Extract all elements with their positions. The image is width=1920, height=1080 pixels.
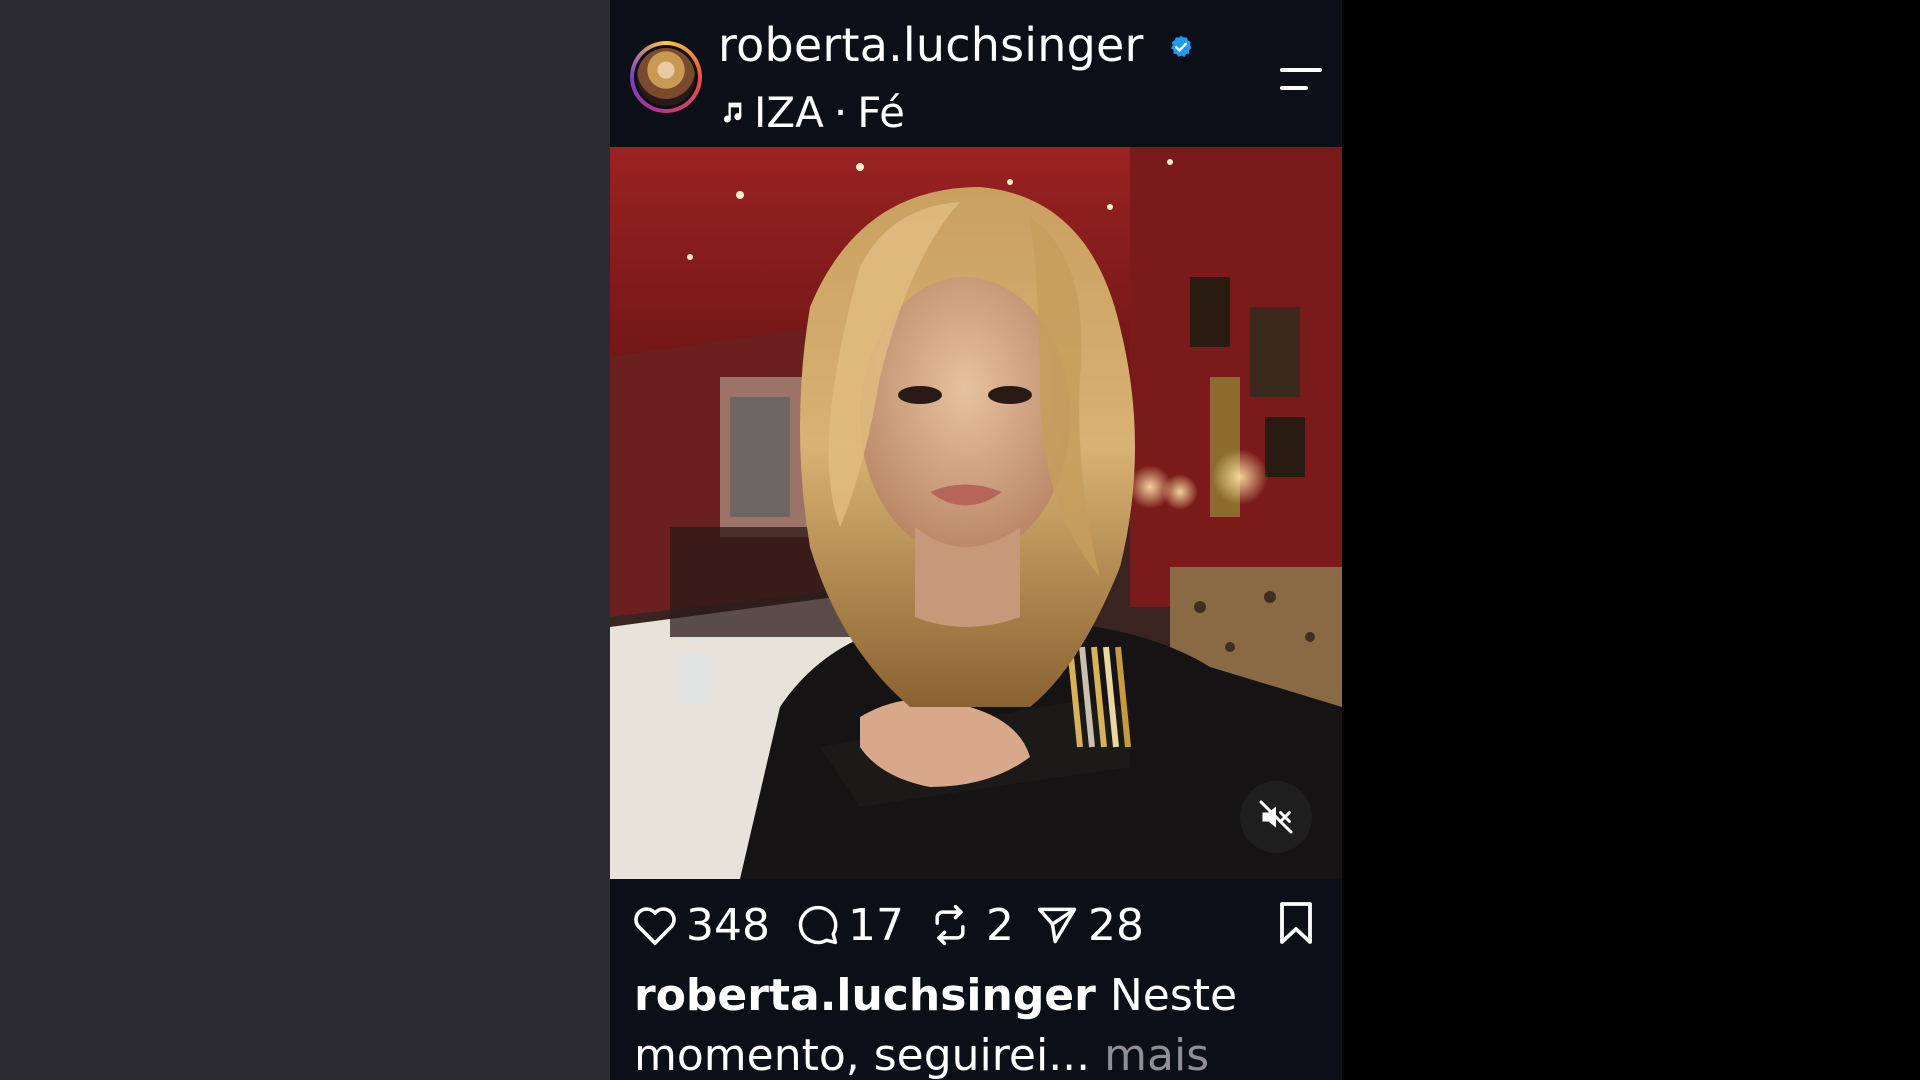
music-note-icon [723, 102, 742, 123]
post-view: roberta.luchsinger IZA · Fé 348 17 2 28 … [610, 0, 1342, 1080]
mute-button[interactable] [1240, 781, 1312, 853]
right-letterbox [1342, 0, 1920, 1080]
screen: roberta.luchsinger IZA · Fé 348 17 2 28 … [0, 0, 1920, 1080]
heart-icon [634, 907, 676, 945]
repost-action[interactable]: 2 [928, 899, 1014, 951]
caption-more-link[interactable]: mais [1104, 1030, 1209, 1080]
comment-action[interactable]: 17 [796, 899, 904, 951]
bookmark-icon[interactable] [1276, 901, 1316, 945]
comment-bubble-icon [798, 905, 838, 945]
post-photo [610, 147, 1342, 879]
like-count: 348 [686, 899, 770, 951]
verified-badge-icon [1171, 35, 1192, 57]
post-actions: 348 17 2 28 [610, 879, 1342, 969]
post-header: roberta.luchsinger IZA · Fé [610, 0, 1342, 147]
music-artist: IZA [754, 87, 824, 137]
share-action[interactable]: 28 [1034, 899, 1144, 951]
repost-icon [935, 904, 965, 946]
speaker-muted-icon [1259, 800, 1293, 834]
repost-count: 2 [986, 899, 1014, 951]
like-action[interactable]: 348 [632, 899, 770, 951]
username[interactable]: roberta.luchsinger [718, 18, 1144, 72]
share-count: 28 [1088, 899, 1144, 951]
caption-text-continued: momento, seguirei... [634, 1030, 1091, 1080]
left-letterbox [0, 0, 610, 1080]
avatar-image [637, 48, 695, 106]
music-track: Fé [857, 87, 905, 137]
avatar-frame [634, 45, 698, 109]
send-icon [1037, 907, 1077, 944]
post-media[interactable] [610, 147, 1342, 879]
comment-count: 17 [848, 899, 904, 951]
caption-text-start: Neste [1109, 970, 1238, 1021]
post-caption[interactable]: roberta.luchsinger Neste momento, seguir… [634, 966, 1324, 1080]
music-separator: · [833, 87, 848, 137]
menu-icon[interactable] [1280, 66, 1322, 92]
music-info[interactable]: IZA · Fé [718, 87, 905, 137]
avatar[interactable] [630, 41, 702, 113]
caption-username[interactable]: roberta.luchsinger [634, 970, 1096, 1021]
